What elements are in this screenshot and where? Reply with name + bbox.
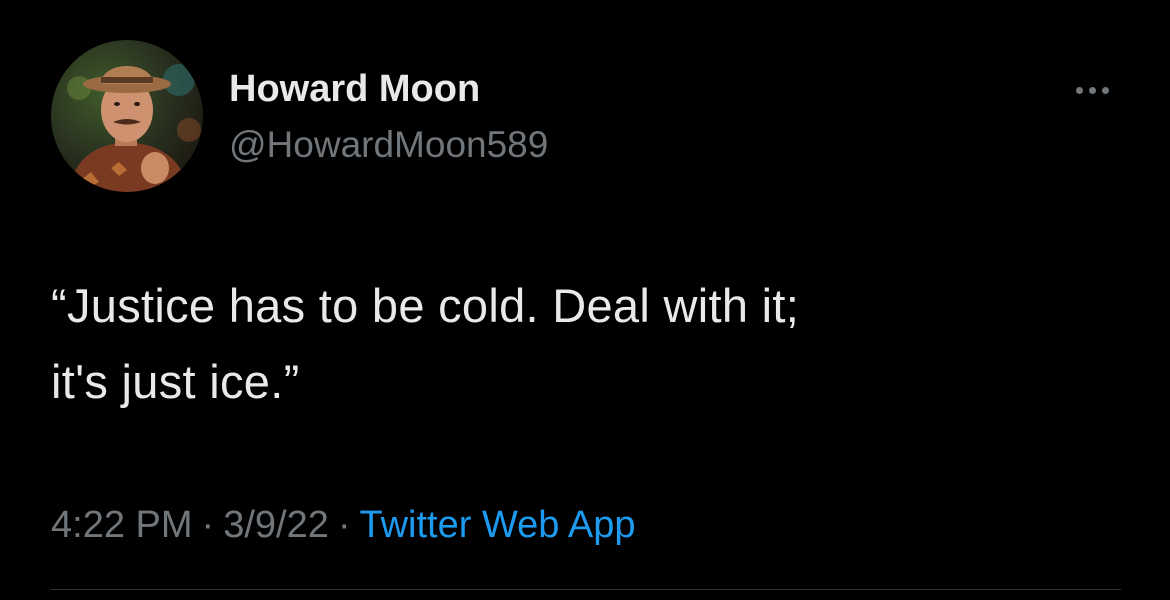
ellipsis-icon-dot	[1101, 86, 1109, 94]
tweet-text: “Justice has to be cold. Deal with it; i…	[51, 268, 1131, 420]
divider	[51, 589, 1121, 590]
tweet-time[interactable]: 4:22 PM	[51, 504, 193, 546]
avatar-photo	[51, 40, 203, 192]
ellipsis-icon-dot	[1088, 86, 1096, 94]
author-display-name[interactable]: Howard Moon	[229, 66, 480, 112]
author-handle[interactable]: @HowardMoon589	[229, 122, 548, 168]
more-options-button[interactable]	[1064, 75, 1120, 105]
separator: ·	[201, 504, 215, 546]
separator: ·	[337, 504, 351, 546]
tweet: Howard Moon @HowardMoon589 “Justice has …	[0, 0, 1170, 600]
tweet-text-line: it's just ice.”	[51, 355, 300, 408]
tweet-source-link[interactable]: Twitter Web App	[360, 504, 636, 546]
tweet-text-line: “Justice has to be cold. Deal with it;	[51, 279, 800, 332]
tweet-date[interactable]: 3/9/22	[223, 504, 329, 546]
avatar[interactable]	[51, 40, 203, 192]
ellipsis-icon	[1075, 86, 1083, 94]
tweet-metadata: 4:22 PM · 3/9/22 · Twitter Web App	[51, 500, 635, 550]
